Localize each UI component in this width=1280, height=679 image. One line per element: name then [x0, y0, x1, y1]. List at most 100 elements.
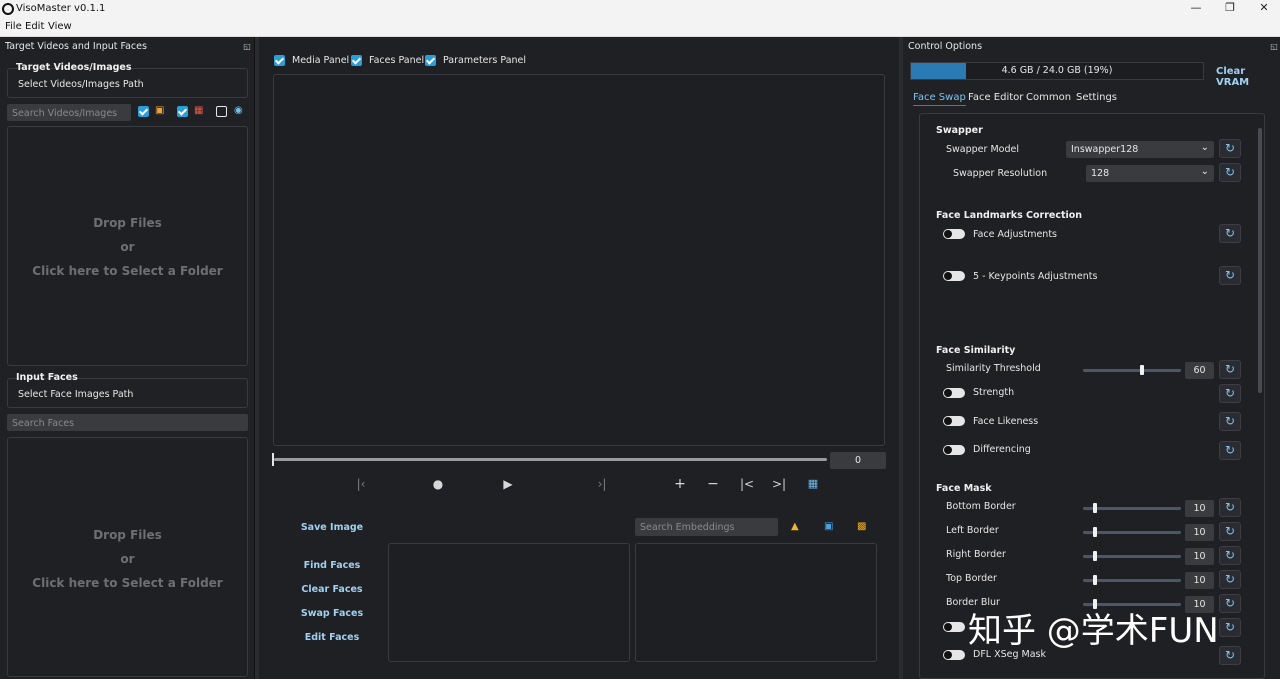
top-border-handle[interactable]: [1093, 575, 1097, 585]
left-border-slider[interactable]: [1083, 531, 1181, 534]
menu-view[interactable]: View: [48, 21, 72, 32]
face-adjustments-toggle[interactable]: [943, 229, 965, 239]
parameters-panel-checkbox[interactable]: [425, 55, 436, 66]
prev-marker-icon[interactable]: |<: [738, 477, 756, 491]
embeddings-list[interactable]: [635, 543, 877, 662]
save-embeddings-as-icon[interactable]: ▩: [857, 521, 866, 533]
media-viewer[interactable]: [273, 74, 885, 446]
target-faces-list[interactable]: [388, 543, 630, 662]
filter-webcam-checkbox[interactable]: [216, 106, 227, 117]
right-border-input[interactable]: 10: [1185, 548, 1214, 565]
maximize-button[interactable]: ❐: [1218, 1, 1242, 17]
media-panel-checkbox[interactable]: [274, 55, 285, 66]
search-videos-input[interactable]: Search Videos/Images: [7, 104, 131, 121]
filter-images-checkbox[interactable]: [177, 106, 188, 117]
window-title: VisoMaster v0.1.1: [16, 3, 106, 14]
open-folder-icon[interactable]: ▲: [791, 521, 799, 533]
tab-settings[interactable]: Settings: [1076, 92, 1117, 103]
filter-videos-checkbox[interactable]: [138, 106, 149, 117]
next-marker-icon[interactable]: >|: [770, 477, 788, 491]
input-faces-drop-zone[interactable]: Drop Files or Click here to Select a Fol…: [7, 437, 248, 677]
face-likeness-toggle[interactable]: [943, 416, 965, 426]
swapper-model-select[interactable]: Inswapper128 ⌄: [1066, 141, 1214, 158]
landmarks-section-title: Face Landmarks Correction: [936, 210, 1083, 221]
save-image-button[interactable]: Save Image: [292, 522, 372, 533]
left-border-handle[interactable]: [1093, 527, 1097, 537]
faces-panel-checkbox[interactable]: [351, 55, 362, 66]
similarity-section-title: Face Similarity: [936, 345, 1016, 356]
right-border-handle[interactable]: [1093, 551, 1097, 561]
bottom-border-slider[interactable]: [1083, 507, 1181, 510]
remove-marker-icon[interactable]: −: [704, 476, 722, 492]
save-embeddings-icon[interactable]: ▣: [824, 521, 833, 533]
play-icon[interactable]: ▶: [499, 477, 517, 491]
top-border-label: Top Border: [946, 573, 997, 584]
seek-slider[interactable]: [274, 458, 827, 461]
search-faces-input[interactable]: Search Faces: [7, 414, 248, 431]
reset-differencing-button[interactable]: ↻: [1219, 441, 1241, 460]
reset-left-border-button[interactable]: ↻: [1219, 522, 1241, 541]
similarity-threshold-input[interactable]: 60: [1185, 362, 1214, 379]
add-marker-icon[interactable]: +: [671, 476, 689, 492]
drop-files-text: Drop Files: [93, 528, 162, 542]
tab-common[interactable]: Common: [1026, 92, 1071, 103]
reset-similarity-threshold-button[interactable]: ↻: [1219, 360, 1241, 379]
differencing-toggle[interactable]: [943, 445, 965, 455]
left-border-input[interactable]: 10: [1185, 524, 1214, 541]
left-dock-title: Target Videos and Input Faces: [5, 41, 147, 52]
reset-top-border-button[interactable]: ↻: [1219, 570, 1241, 589]
bottom-border-handle[interactable]: [1093, 503, 1097, 513]
similarity-threshold-handle[interactable]: [1139, 365, 1144, 375]
frame-number-input[interactable]: 0: [830, 452, 886, 469]
top-border-input[interactable]: 10: [1185, 572, 1214, 589]
next-frame-icon[interactable]: ›|: [593, 477, 611, 491]
close-button[interactable]: ✕: [1252, 1, 1276, 17]
tab-face-swap[interactable]: Face Swap: [913, 92, 966, 106]
minimize-button[interactable]: —: [1184, 1, 1208, 17]
search-embeddings-input[interactable]: Search Embeddings: [635, 518, 778, 536]
xseg-mask-toggle[interactable]: [943, 650, 965, 660]
reset-bottom-border-button[interactable]: ↻: [1219, 498, 1241, 517]
strength-toggle[interactable]: [943, 388, 965, 398]
strength-label: Strength: [973, 387, 1015, 398]
right-border-slider[interactable]: [1083, 555, 1181, 558]
fullscreen-icon[interactable]: ▦: [804, 477, 822, 490]
swapper-resolution-select[interactable]: 128 ⌄: [1086, 165, 1214, 182]
drop-or-text: or: [120, 240, 135, 254]
similarity-threshold-slider[interactable]: [1083, 369, 1181, 372]
swap-faces-button[interactable]: Swap Faces: [292, 608, 372, 619]
reset-swapper-resolution-button[interactable]: ↻: [1219, 163, 1241, 182]
reset-face-adjustments-button[interactable]: ↻: [1219, 224, 1241, 243]
top-border-slider[interactable]: [1083, 579, 1181, 582]
edit-faces-button[interactable]: Edit Faces: [292, 632, 372, 643]
reset-occlusion-button[interactable]: ↻: [1219, 618, 1241, 637]
reset-border-blur-button[interactable]: ↻: [1219, 594, 1241, 613]
menu-file[interactable]: File: [5, 21, 22, 32]
reset-swapper-model-button[interactable]: ↻: [1219, 139, 1241, 158]
reset-xseg-mask-button[interactable]: ↻: [1219, 646, 1241, 665]
seek-slider-handle[interactable]: [272, 453, 274, 466]
reset-strength-button[interactable]: ↻: [1219, 384, 1241, 403]
menu-edit[interactable]: Edit: [25, 21, 44, 32]
reset-right-border-button[interactable]: ↻: [1219, 546, 1241, 565]
bottom-border-input[interactable]: 10: [1185, 500, 1214, 517]
occlusion-toggle[interactable]: [943, 622, 965, 632]
dock-float-icon[interactable]: ◱: [1269, 42, 1279, 52]
face-path-button[interactable]: Select Face Images Path: [18, 389, 133, 400]
record-icon[interactable]: ●: [429, 477, 447, 491]
find-faces-button[interactable]: Find Faces: [292, 560, 372, 571]
target-drop-zone[interactable]: Drop Files or Click here to Select a Fol…: [7, 126, 248, 366]
video-file-icon: ▣: [155, 105, 165, 116]
options-scrollbar[interactable]: [1258, 128, 1262, 393]
bottom-border-label: Bottom Border: [946, 501, 1016, 512]
vram-usage-bar: 4.6 GB / 24.0 GB (19%): [910, 62, 1204, 80]
reset-keypoints-button[interactable]: ↻: [1219, 266, 1241, 285]
keypoints-toggle[interactable]: [943, 271, 965, 281]
dock-float-icon[interactable]: ◱: [242, 42, 252, 52]
clear-faces-button[interactable]: Clear Faces: [292, 584, 372, 595]
target-path-button[interactable]: Select Videos/Images Path: [18, 79, 144, 90]
tab-face-editor[interactable]: Face Editor: [968, 92, 1023, 103]
prev-frame-icon[interactable]: |‹: [352, 477, 370, 491]
reset-face-likeness-button[interactable]: ↻: [1219, 412, 1241, 431]
clear-vram-button[interactable]: Clear VRAM: [1216, 66, 1280, 88]
